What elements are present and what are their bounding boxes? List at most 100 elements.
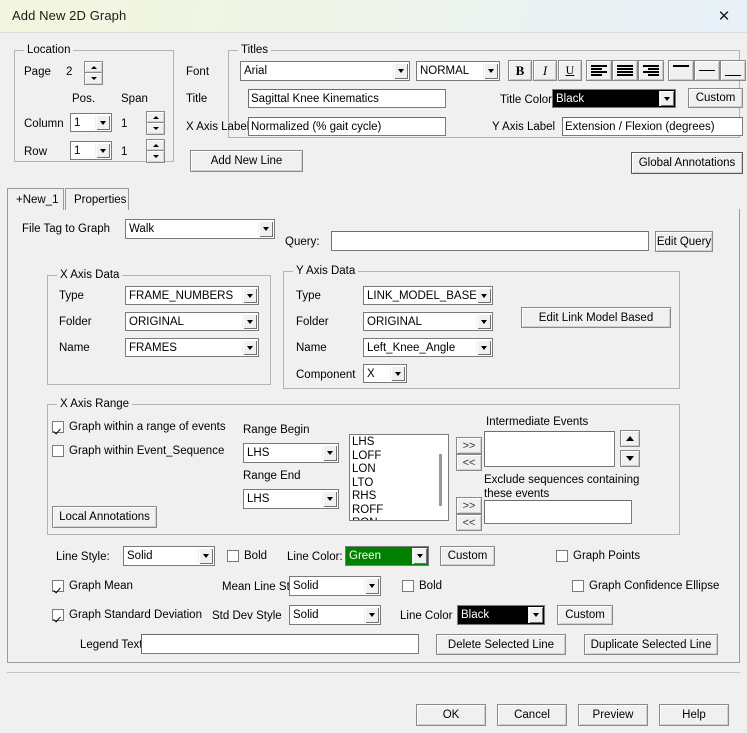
std-line-color-select[interactable]: Black — [457, 605, 545, 625]
chevron-down-icon[interactable] — [528, 607, 543, 623]
std-line-color-custom-button[interactable]: Custom — [557, 605, 613, 625]
event-list-scrollbar-thumb[interactable] — [439, 454, 442, 506]
title-color-select[interactable]: Black — [552, 89, 676, 108]
valign-bottom-button[interactable] — [720, 60, 746, 81]
line-style-select[interactable]: Solid — [123, 546, 215, 566]
align-right-button[interactable] — [638, 60, 664, 81]
remove-intermediate-event-button[interactable]: << — [456, 454, 482, 471]
align-center-button[interactable] — [612, 60, 638, 81]
line-bold-checkbox[interactable]: Bold — [227, 550, 267, 562]
chevron-down-icon[interactable] — [476, 340, 491, 355]
column-pos-select[interactable]: 1 — [70, 113, 112, 132]
tab-properties[interactable]: Properties — [65, 188, 129, 210]
add-intermediate-event-button[interactable]: >> — [456, 437, 482, 454]
y-axis-label-input[interactable]: Extension / Flexion (degrees) — [562, 117, 743, 136]
column-span-up-icon[interactable] — [146, 111, 165, 123]
event-list-box[interactable]: LHS LOFF LON LTO RHS ROFF RON — [349, 434, 449, 521]
delete-selected-line-button[interactable]: Delete Selected Line — [436, 634, 566, 655]
row-span-stepper[interactable] — [146, 139, 165, 163]
help-button[interactable]: Help — [659, 704, 729, 726]
list-item[interactable]: LOFF — [352, 450, 448, 464]
chevron-down-icon[interactable] — [412, 548, 427, 564]
event-list-scrollbar[interactable] — [435, 436, 447, 519]
x-name-select[interactable]: FRAMES — [125, 338, 259, 357]
chevron-down-icon[interactable] — [95, 143, 110, 158]
intermediate-events-input[interactable] — [484, 431, 615, 467]
bold-button[interactable]: B — [508, 60, 532, 81]
valign-middle-button[interactable] — [694, 60, 720, 81]
page-stepper-down-icon[interactable] — [84, 73, 103, 85]
range-begin-select[interactable]: LHS — [243, 443, 339, 463]
list-item[interactable]: ROFF — [352, 504, 448, 518]
chevron-down-icon[interactable] — [476, 314, 491, 329]
x-axis-label-input[interactable]: Normalized (% gait cycle) — [248, 117, 446, 136]
page-stepper[interactable] — [84, 61, 103, 85]
std-dev-style-select[interactable]: Solid — [289, 605, 381, 625]
align-left-button[interactable] — [586, 60, 612, 81]
graph-mean-checkbox[interactable]: Graph Mean — [52, 580, 133, 592]
chevron-down-icon[interactable] — [364, 607, 379, 623]
query-input[interactable] — [331, 231, 649, 251]
add-exclude-event-button[interactable]: >> — [456, 497, 482, 514]
list-item[interactable]: LTO — [352, 477, 448, 491]
graph-within-range-of-events-checkbox[interactable]: Graph within a range of events — [52, 421, 226, 433]
y-name-select[interactable]: Left_Knee_Angle — [363, 338, 493, 357]
list-item[interactable]: LHS — [352, 436, 448, 450]
move-event-up-button[interactable] — [620, 430, 640, 447]
y-type-select[interactable]: LINK_MODEL_BASED — [363, 286, 493, 305]
x-folder-select[interactable]: ORIGINAL — [125, 312, 259, 331]
graph-standard-deviation-checkbox[interactable]: Graph Standard Deviation — [52, 609, 202, 621]
row-span-up-icon[interactable] — [146, 139, 165, 151]
mean-bold-checkbox[interactable]: Bold — [402, 580, 442, 592]
underline-button[interactable]: U — [558, 60, 582, 81]
move-event-down-button[interactable] — [620, 450, 640, 467]
chevron-down-icon[interactable] — [483, 63, 498, 79]
tab-new-1[interactable]: +New_1 — [7, 188, 64, 210]
y-component-select[interactable]: X — [363, 364, 407, 383]
y-folder-select[interactable]: ORIGINAL — [363, 312, 493, 331]
range-end-select[interactable]: LHS — [243, 489, 339, 509]
chevron-down-icon[interactable] — [659, 91, 674, 106]
title-input[interactable]: Sagittal Knee Kinematics — [248, 89, 446, 108]
chevron-down-icon[interactable] — [322, 445, 337, 461]
exclude-sequences-input[interactable] — [484, 500, 632, 524]
chevron-down-icon[interactable] — [258, 221, 273, 237]
cancel-button[interactable]: Cancel — [497, 704, 567, 726]
chevron-down-icon[interactable] — [198, 548, 213, 564]
chevron-down-icon[interactable] — [322, 491, 337, 507]
column-span-down-icon[interactable] — [146, 123, 165, 135]
chevron-down-icon[interactable] — [390, 366, 405, 381]
italic-button[interactable]: I — [533, 60, 557, 81]
chevron-down-icon[interactable] — [242, 340, 257, 355]
ok-button[interactable]: OK — [416, 704, 486, 726]
edit-link-model-based-button[interactable]: Edit Link Model Based — [521, 307, 671, 328]
chevron-down-icon[interactable] — [242, 288, 257, 303]
x-type-select[interactable]: FRAME_NUMBERS — [125, 286, 259, 305]
column-span-stepper[interactable] — [146, 111, 165, 135]
list-item[interactable]: RON — [352, 517, 448, 520]
file-tag-select[interactable]: Walk — [125, 219, 275, 239]
graph-points-checkbox[interactable]: Graph Points — [556, 550, 640, 562]
chevron-down-icon[interactable] — [393, 63, 408, 79]
graph-within-event-sequence-checkbox[interactable]: Graph within Event_Sequence — [52, 445, 224, 457]
chevron-down-icon[interactable] — [95, 115, 110, 130]
legend-text-input[interactable] — [141, 634, 419, 654]
chevron-down-icon[interactable] — [364, 578, 379, 594]
list-item[interactable]: RHS — [352, 490, 448, 504]
duplicate-selected-line-button[interactable]: Duplicate Selected Line — [584, 634, 718, 655]
line-color-select[interactable]: Green — [345, 546, 429, 566]
graph-confidence-ellipse-checkbox[interactable]: Graph Confidence Ellipse — [572, 580, 719, 592]
close-icon[interactable]: ✕ — [709, 4, 739, 28]
event-list[interactable]: LHS LOFF LON LTO RHS ROFF RON — [350, 435, 448, 520]
edit-query-button[interactable]: Edit Query — [655, 231, 713, 252]
local-annotations-button[interactable]: Local Annotations — [52, 506, 157, 528]
global-annotations-button[interactable]: Global Annotations — [631, 152, 743, 174]
font-select[interactable]: Arial — [240, 61, 410, 81]
chevron-down-icon[interactable] — [242, 314, 257, 329]
line-color-custom-button[interactable]: Custom — [440, 546, 495, 566]
valign-top-button[interactable] — [668, 60, 694, 81]
font-style-select[interactable]: NORMAL — [416, 61, 500, 81]
row-span-down-icon[interactable] — [146, 151, 165, 163]
remove-exclude-event-button[interactable]: << — [456, 514, 482, 531]
title-color-custom-button[interactable]: Custom — [688, 88, 743, 108]
